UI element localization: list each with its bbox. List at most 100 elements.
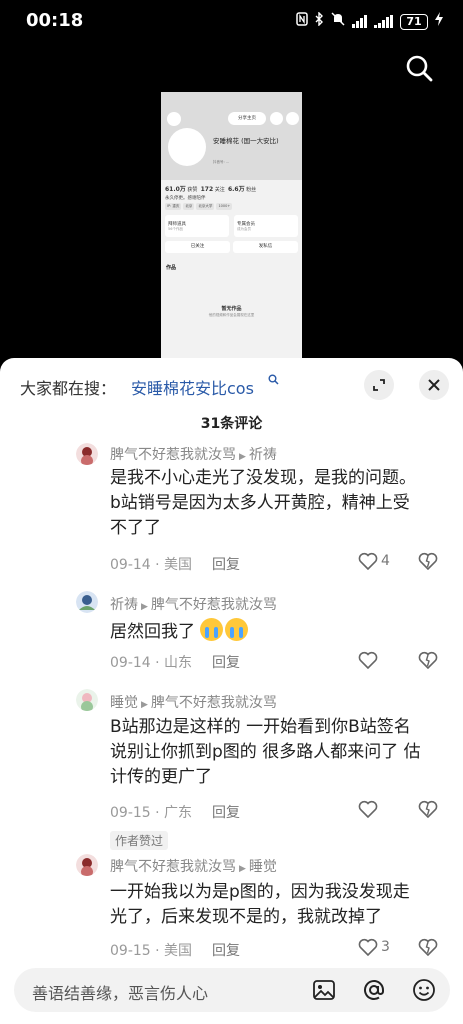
broken-heart-icon — [418, 651, 438, 670]
comment-meta: 09-15 · 广东 回复 — [110, 805, 241, 821]
comment-text: 居然回我了 — [110, 618, 450, 645]
clock: 00:18 — [26, 10, 84, 31]
comment-input-placeholder: 善语结善缘，恶言伤人心 — [32, 984, 209, 1003]
cellular-signal-icon — [352, 15, 367, 28]
reply-arrow-icon: ▶ — [239, 864, 246, 874]
people-search-term[interactable]: 安睡棉花安比cos — [131, 375, 254, 399]
comment-author[interactable]: 祈祷 — [110, 597, 138, 613]
preview-works-tab: 作品 — [166, 265, 177, 271]
mention-icon[interactable] — [362, 978, 386, 1002]
comment-author[interactable]: 脾气不好惹我就汝骂 — [110, 859, 236, 875]
broken-heart-icon — [418, 800, 438, 819]
comment-location: 美国 — [164, 943, 193, 959]
close-icon — [428, 379, 440, 391]
avatar[interactable] — [76, 854, 98, 876]
avatar[interactable] — [76, 689, 98, 711]
preview-card: 拜师道具 56个作品 — [165, 215, 229, 237]
comment-count: 31条评论 — [200, 416, 263, 432]
expand-button[interactable] — [364, 370, 394, 400]
avatar[interactable] — [76, 591, 98, 613]
comment-date: 09-14 — [110, 557, 151, 573]
reply-arrow-icon: ▶ — [239, 452, 246, 462]
preview-message-button: 发私信 — [233, 241, 298, 253]
preview-bio: 永久停更。感谢陪伴 — [165, 196, 206, 201]
preview-search-icon — [270, 112, 283, 125]
reply-button[interactable]: 回复 — [212, 943, 240, 959]
cellular-signal-2-icon — [374, 15, 393, 28]
like-button[interactable]: 4 — [358, 552, 390, 570]
emoji-icon[interactable] — [412, 978, 436, 1002]
preview-more-icon — [286, 112, 299, 125]
reply-button[interactable]: 回复 — [212, 805, 240, 821]
author-liked-badge: 作者赞过 — [110, 831, 169, 850]
preview-username: 安睡棉花 (国一大安比) — [213, 137, 279, 145]
comment-input[interactable]: 善语结善缘，恶言伤人心 — [14, 968, 450, 1012]
reply-header: 祈祷 ▶ 脾气不好惹我就汝骂 — [110, 594, 277, 614]
preview-cards: 拜师道具 56个作品 专属会员 成为会员 — [165, 215, 298, 237]
preview-followed-button: 已关注 — [165, 241, 230, 253]
reply-target[interactable]: 脾气不好惹我就汝骂 — [151, 695, 277, 711]
preview-uid: 抖音号: ... — [213, 160, 230, 164]
preview-tag: 1000+ — [216, 203, 233, 210]
comment-input-bar: 善语结善缘，恶言伤人心 — [0, 958, 463, 1024]
image-icon[interactable] — [312, 978, 336, 1002]
comment-meta: 09-14 · 美国 回复 — [110, 557, 241, 573]
reply-header: 脾气不好惹我就汝骂 ▶ 祈祷 — [110, 444, 277, 464]
dislike-button[interactable] — [418, 938, 438, 960]
reply-arrow-icon: ▶ — [141, 602, 148, 612]
comment-text: 是我不小心走光了没发现，是我的问题。 b站销号是因为太多人开黄腔，精神上受 不了… — [110, 468, 416, 538]
preview-empty-title: 暂无作品 — [221, 306, 242, 312]
dislike-button[interactable] — [418, 552, 438, 574]
mute-icon — [331, 12, 345, 31]
preview-share-button: 分享主页 — [228, 112, 266, 125]
avatar[interactable] — [76, 443, 98, 465]
comment-date: 09-15 — [110, 943, 151, 959]
close-button[interactable] — [419, 370, 449, 400]
reply-target[interactable]: 祈祷 — [249, 447, 277, 463]
comment-text: 一开始我以为是p图的，因为我没发现走 光了，后来发现不是的，我就改掉了 — [110, 882, 410, 927]
like-button[interactable]: 3 — [358, 938, 390, 956]
heart-icon — [358, 651, 378, 669]
preview-card: 专属会员 成为会员 — [234, 215, 298, 237]
heart-icon — [358, 938, 378, 956]
comment-author[interactable]: 脾气不好惹我就汝骂 — [110, 447, 236, 463]
comment-location: 山东 — [164, 655, 193, 671]
preview-back-icon — [167, 112, 181, 126]
dislike-button[interactable] — [418, 800, 438, 822]
broken-heart-icon — [418, 938, 438, 957]
comment-meta: 09-14 · 山东 回复 — [110, 655, 241, 671]
like-button[interactable] — [358, 651, 378, 669]
reply-arrow-icon: ▶ — [141, 700, 148, 710]
comment-text: B站那边是这样的 一开始看到你B站签名 说别让你抓到p图的 很多路人都来问了 估… — [110, 717, 421, 787]
comment-meta: 09-15 · 美国 回复 — [110, 943, 241, 959]
reply-target[interactable]: 睡觉 — [249, 859, 277, 875]
charging-icon — [435, 12, 443, 31]
crying-emoji-icon — [200, 618, 224, 641]
like-button[interactable] — [358, 800, 378, 818]
profile-preview-image[interactable]: 分享主页 安睡棉花 (国一大安比) 抖音号: ... 61.0万 获赞 172 … — [161, 92, 302, 362]
reply-header: 脾气不好惹我就汝骂 ▶ 睡觉 — [110, 856, 277, 876]
search-icon[interactable] — [405, 54, 433, 82]
reply-target[interactable]: 脾气不好惹我就汝骂 — [151, 597, 277, 613]
battery-indicator: 71 — [400, 13, 428, 30]
nfc-icon — [296, 12, 308, 31]
comment-author[interactable]: 睡觉 — [110, 695, 138, 711]
preview-avatar — [168, 128, 206, 166]
sheet-header: 大家都在搜： 安睡棉花安比cos — [0, 358, 463, 416]
comment-location: 广东 — [164, 805, 193, 821]
like-count: 3 — [381, 939, 390, 955]
status-bar: 00:18 71 — [0, 0, 463, 44]
preview-tag: 北京大学 — [196, 203, 215, 210]
reply-button[interactable]: 回复 — [212, 655, 240, 671]
reply-button[interactable]: 回复 — [212, 557, 240, 573]
preview-empty-subtitle: 他的视频和作品会展现在这里 — [208, 313, 255, 317]
reply-header: 睡觉 ▶ 脾气不好惹我就汝骂 — [110, 692, 277, 712]
bluetooth-icon — [315, 11, 324, 31]
heart-icon — [358, 552, 378, 570]
preview-tag: 北京 — [183, 203, 195, 210]
crying-emoji-icon — [225, 618, 249, 641]
broken-heart-icon — [418, 552, 438, 571]
preview-tag: IP: 重庆 — [165, 203, 182, 210]
comment-date: 09-15 — [110, 805, 151, 821]
dislike-button[interactable] — [418, 651, 438, 673]
